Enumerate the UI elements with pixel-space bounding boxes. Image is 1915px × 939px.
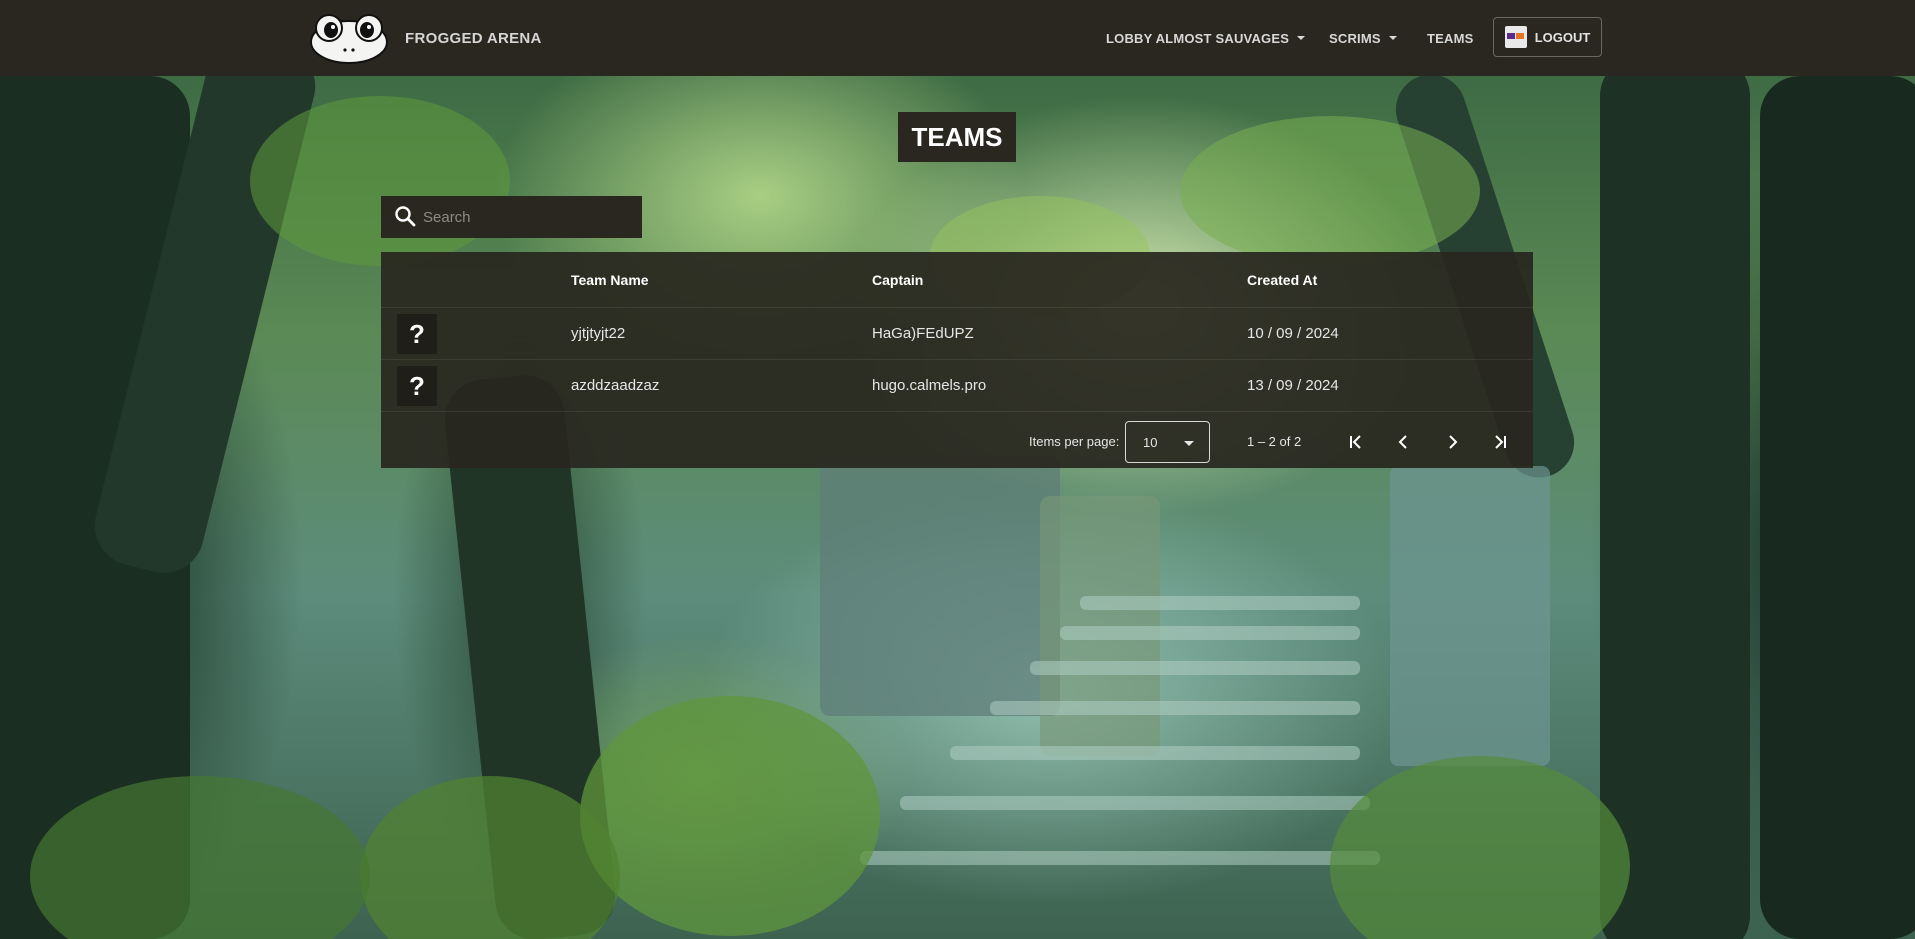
brand-home-link[interactable]: FROGGED ARENA [309, 12, 542, 64]
column-header-captain[interactable]: Captain [872, 272, 923, 288]
items-per-page-select[interactable]: 10 [1125, 421, 1210, 463]
column-header-created-at[interactable]: Created At [1247, 272, 1317, 288]
next-page-icon [1449, 435, 1458, 449]
nav-lobby-label: LOBBY ALMOST SAUVAGES [1106, 30, 1290, 46]
brand-name: FROGGED ARENA [405, 29, 542, 47]
last-page-button[interactable] [1480, 422, 1520, 462]
logout-button[interactable]: LOGOUT [1493, 17, 1602, 57]
next-page-button[interactable] [1432, 422, 1472, 462]
dropdown-arrow-icon [1184, 441, 1194, 446]
logout-label: LOGOUT [1534, 29, 1591, 45]
frog-logo-icon [309, 12, 389, 64]
created-at-cell: 13 / 09 / 2024 [1247, 377, 1339, 394]
teams-table: Team Name Captain Created At ? yjtjtyjt2… [381, 252, 1533, 468]
chevron-down-icon [1297, 36, 1306, 40]
items-per-page-value: 10 [1143, 435, 1158, 450]
paginator: Items per page: 10 1 – 2 of 2 [381, 416, 1533, 468]
first-page-icon [1350, 435, 1361, 449]
items-per-page-label: Items per page: [1029, 434, 1120, 449]
search-input[interactable] [423, 196, 642, 238]
top-navbar: FROGGED ARENA LOBBY ALMOST SAUVAGES SCRI… [0, 0, 1915, 76]
search-box [381, 196, 642, 238]
team-avatar: ? [397, 314, 437, 354]
column-header-team-name[interactable]: Team Name [571, 272, 649, 288]
table-header: Team Name Captain Created At [381, 252, 1533, 308]
user-avatar-icon [1504, 26, 1527, 48]
team-avatar: ? [397, 366, 437, 406]
captain-cell: HaGa)FEdUPZ [872, 325, 974, 342]
created-at-cell: 10 / 09 / 2024 [1247, 325, 1339, 342]
forest-background [0, 76, 1915, 939]
previous-page-button[interactable] [1384, 422, 1424, 462]
chevron-down-icon [1388, 36, 1397, 40]
nav-lobby-dropdown[interactable]: LOBBY ALMOST SAUVAGES [1106, 30, 1306, 46]
table-row[interactable]: ? azddzaadzaz hugo.calmels.pro 13 / 09 /… [381, 360, 1533, 412]
team-name-cell: yjtjtyjt22 [571, 325, 626, 342]
captain-cell: hugo.calmels.pro [872, 377, 987, 394]
team-name-cell: azddzaadzaz [571, 377, 660, 394]
page-title: TEAMS [898, 112, 1016, 162]
nav-scrims-dropdown[interactable]: SCRIMS [1329, 31, 1397, 46]
nav-scrims-label: SCRIMS [1329, 30, 1381, 46]
first-page-button[interactable] [1336, 422, 1376, 462]
prev-page-icon [1398, 435, 1407, 449]
nav-teams-link[interactable]: TEAMS [1427, 31, 1474, 46]
last-page-icon [1495, 435, 1506, 449]
page-range-label: 1 – 2 of 2 [1247, 434, 1302, 449]
table-row[interactable]: ? yjtjtyjt22 HaGa)FEdUPZ 10 / 09 / 2024 [381, 308, 1533, 360]
search-icon [391, 202, 421, 232]
